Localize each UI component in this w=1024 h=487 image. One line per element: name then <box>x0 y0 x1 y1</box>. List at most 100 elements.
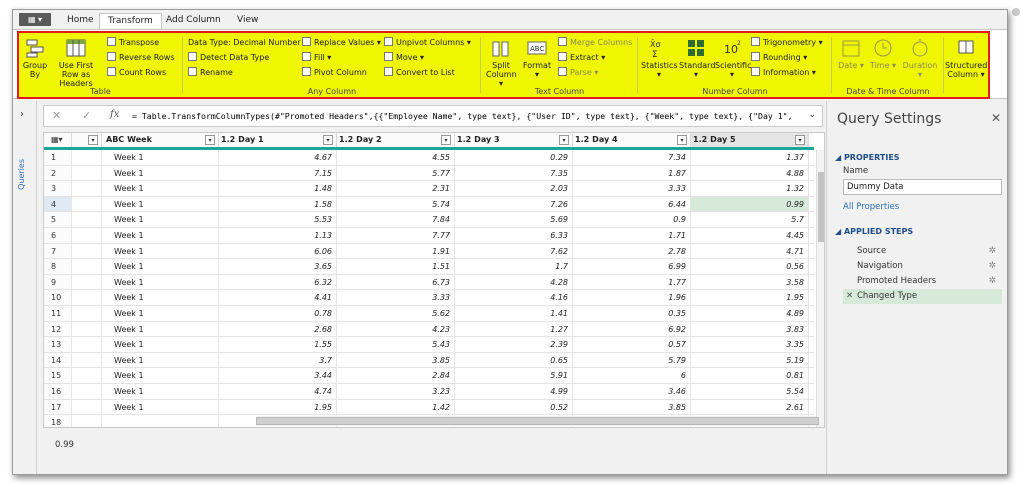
vertical-scroll-thumb[interactable] <box>818 172 824 242</box>
table-cell[interactable]: Week 1 <box>102 243 219 259</box>
table-cell[interactable]: 1.37 <box>691 150 809 165</box>
trigonometry-button[interactable]: Trigonometry ▾ <box>751 36 823 49</box>
table-cell[interactable]: 0.9 <box>573 212 691 227</box>
table-cell[interactable]: 7.77 <box>337 228 455 243</box>
file-menu-button[interactable]: ▦ ▾ <box>19 13 51 26</box>
table-cell[interactable]: 1.87 <box>573 165 691 181</box>
convert-to-list-button[interactable]: Convert to List <box>384 66 455 79</box>
format-button[interactable]: ABC Format ▾ <box>522 37 552 79</box>
table-cell[interactable]: 2.03 <box>455 181 573 196</box>
column-header-day-1[interactable]: 1.2 Day 1 ▾ <box>219 133 337 147</box>
table-cell[interactable]: Week 1 <box>102 181 219 196</box>
move-button[interactable]: Move ▾ <box>384 51 424 64</box>
table-cell[interactable]: 3.65 <box>219 259 337 274</box>
detect-data-type-button[interactable]: Detect Data Type <box>188 51 269 64</box>
query-name-input[interactable]: Dummy Data <box>843 179 1002 195</box>
table-cell[interactable]: Week 1 <box>102 290 219 305</box>
filter-dropdown-icon[interactable]: ▾ <box>795 135 805 145</box>
table-cell[interactable]: Week 1 <box>102 274 219 290</box>
table-cell[interactable]: 4.71 <box>691 243 809 259</box>
expand-formula-icon[interactable]: ⌄ <box>808 110 816 120</box>
table-cell[interactable]: 4.99 <box>455 384 573 399</box>
table-cell[interactable] <box>72 181 102 196</box>
table-cell[interactable]: 1.32 <box>691 181 809 196</box>
table-cell[interactable]: 3.23 <box>337 384 455 399</box>
table-cell[interactable]: Week 1 <box>102 259 219 274</box>
table-cell[interactable]: 3.35 <box>691 337 809 352</box>
table-cell[interactable]: 1.51 <box>337 259 455 274</box>
table-cell[interactable]: Week 1 <box>102 196 219 212</box>
table-cell[interactable]: 6.44 <box>573 196 691 212</box>
gear-icon[interactable]: ✲ <box>988 274 996 288</box>
table-cell[interactable] <box>72 165 102 181</box>
filter-dropdown-icon[interactable]: ▾ <box>677 135 687 145</box>
table-cell[interactable]: 0.57 <box>573 337 691 352</box>
table-cell[interactable] <box>72 228 102 243</box>
table-cell[interactable] <box>72 384 102 399</box>
table-cell[interactable]: Week 1 <box>102 321 219 337</box>
parse-button[interactable]: Parse ▾ <box>558 66 598 79</box>
table-cell[interactable]: 0.81 <box>691 368 809 383</box>
table-cell[interactable]: 3.85 <box>337 352 455 368</box>
table-cell[interactable]: 7.15 <box>219 165 337 181</box>
table-cell[interactable]: 2.68 <box>219 321 337 337</box>
table-cell[interactable]: 6.32 <box>219 274 337 290</box>
table-cell[interactable]: 5.53 <box>219 212 337 227</box>
table-cell[interactable]: 4.55 <box>337 150 455 165</box>
type-decimal-icon[interactable]: 1.2 <box>693 133 707 147</box>
table-cell[interactable]: 4.45 <box>691 228 809 243</box>
table-cell[interactable]: 3.58 <box>691 274 809 290</box>
table-cell[interactable]: 5.19 <box>691 352 809 368</box>
table-menu-icon[interactable]: ▦▾ <box>44 133 72 147</box>
table-cell[interactable]: 6.99 <box>573 259 691 274</box>
close-icon[interactable]: ✕ <box>991 111 1001 125</box>
delete-step-icon[interactable]: ✕ <box>846 289 853 303</box>
statistics-button[interactable]: X̄σ Σ Statistics ▾ <box>641 37 678 79</box>
queries-label[interactable]: Queries <box>17 159 26 190</box>
table-cell[interactable] <box>72 399 102 415</box>
table-cell[interactable]: 3.33 <box>573 181 691 196</box>
table-cell[interactable] <box>72 212 102 227</box>
table-cell[interactable]: 3.33 <box>337 290 455 305</box>
table-cell[interactable]: 4.28 <box>455 274 573 290</box>
filter-dropdown-icon[interactable]: ▾ <box>323 135 333 145</box>
table-cell[interactable]: 4.23 <box>337 321 455 337</box>
table-cell[interactable] <box>72 337 102 352</box>
expand-queries-icon[interactable]: › <box>20 109 24 120</box>
table-cell[interactable]: 2.61 <box>691 399 809 415</box>
table-cell[interactable]: 5.62 <box>337 306 455 321</box>
filter-dropdown-icon[interactable]: ▾ <box>205 135 215 145</box>
fill-button[interactable]: Fill ▾ <box>302 51 331 64</box>
horizontal-scroll-thumb[interactable] <box>256 417 819 425</box>
table-cell[interactable]: 5.77 <box>337 165 455 181</box>
split-column-button[interactable]: Split Column ▾ <box>486 37 517 88</box>
table-cell[interactable]: 6.06 <box>219 243 337 259</box>
table-cell[interactable] <box>72 368 102 383</box>
tab-view[interactable]: View <box>229 13 266 30</box>
table-cell[interactable]: 5.69 <box>455 212 573 227</box>
table-cell[interactable]: 1.91 <box>337 243 455 259</box>
table-cell[interactable]: 7.26 <box>455 196 573 212</box>
filter-dropdown-icon[interactable]: ▾ <box>88 135 98 145</box>
type-decimal-icon[interactable]: 1.2 <box>221 133 235 147</box>
pivot-column-button[interactable]: Pivot Column <box>302 66 367 79</box>
column-header-week[interactable]: ABC Week ▾ <box>102 133 219 147</box>
step-promoted-headers[interactable]: Promoted Headers ✲ <box>843 274 1002 289</box>
table-cell[interactable]: 3.85 <box>573 399 691 415</box>
table-cell[interactable]: 1.55 <box>219 337 337 352</box>
table-cell[interactable] <box>72 415 102 427</box>
table-cell[interactable]: 1.41 <box>455 306 573 321</box>
table-cell[interactable] <box>72 306 102 321</box>
table-cell[interactable]: 0.65 <box>455 352 573 368</box>
scientific-button[interactable]: 10 2 Scientific ▾ <box>715 37 752 79</box>
step-source[interactable]: Source ✲ <box>843 244 1002 259</box>
vertical-scrollbar[interactable] <box>816 150 824 427</box>
table-cell[interactable] <box>72 196 102 212</box>
table-cell[interactable]: 3.7 <box>219 352 337 368</box>
table-cell[interactable]: 1.96 <box>573 290 691 305</box>
table-cell[interactable]: 4.74 <box>219 384 337 399</box>
table-cell[interactable]: Week 1 <box>102 212 219 227</box>
table-cell[interactable]: 6 <box>573 368 691 383</box>
table-cell[interactable]: Week 1 <box>102 368 219 383</box>
table-cell[interactable]: 2.78 <box>573 243 691 259</box>
